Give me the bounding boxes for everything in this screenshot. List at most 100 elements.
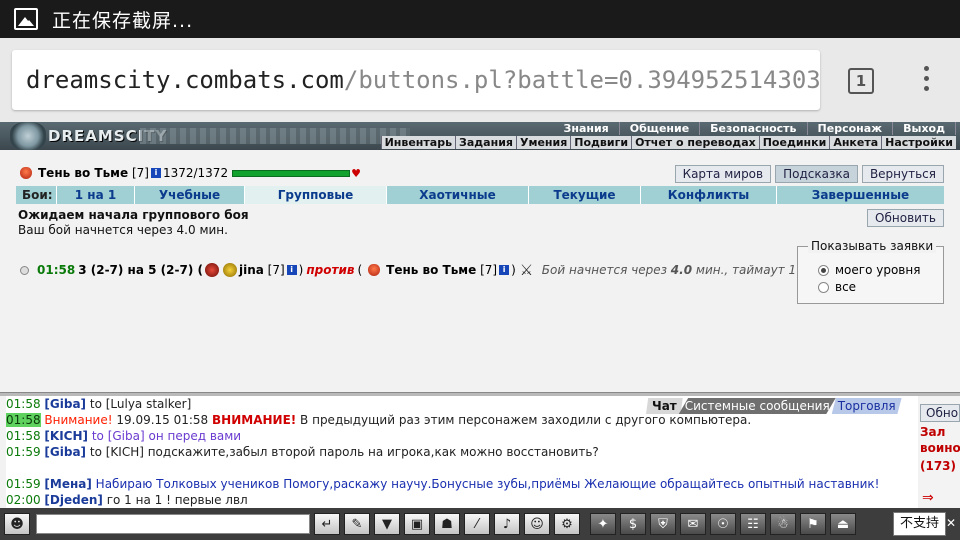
chat-text: В предыдущий раз этим персонажем заходил… bbox=[296, 413, 752, 427]
player-name[interactable]: Тень во Тьме bbox=[38, 166, 128, 180]
abilities-icon[interactable]: ✦ bbox=[590, 513, 616, 535]
nav-character[interactable]: Персонаж bbox=[808, 122, 894, 135]
tab-current[interactable]: Текущие bbox=[528, 186, 640, 204]
radio-all[interactable] bbox=[818, 281, 829, 293]
opponent-info-icon[interactable]: i bbox=[286, 265, 297, 275]
refresh-button[interactable]: Обновить bbox=[867, 209, 944, 227]
emoji-icon[interactable]: ☺ bbox=[524, 513, 550, 535]
chat-text: to [Lulya stalker] bbox=[86, 397, 192, 411]
tab-training[interactable]: Учебные bbox=[134, 186, 244, 204]
player-level: [7] bbox=[131, 166, 149, 180]
tab-group[interactable]: Групповые bbox=[244, 186, 386, 204]
chat-message: 01:58 Внимание! 19.09.15 01:58 ВНИМАНИЕ!… bbox=[6, 412, 918, 428]
chat-time: 02:00 bbox=[6, 493, 41, 507]
url-field[interactable]: dreamscity.combats.com/buttons.pl?battle… bbox=[12, 50, 820, 110]
group-icon[interactable]: ☷ bbox=[740, 513, 766, 535]
nav-security[interactable]: Безопасность bbox=[700, 122, 808, 135]
chat-author[interactable]: [Djeden] bbox=[44, 493, 102, 507]
chat-author[interactable]: [KICH] bbox=[44, 429, 88, 443]
mask-icon[interactable]: ☉ bbox=[710, 513, 736, 535]
eraser-icon[interactable]: ✎ bbox=[344, 513, 370, 535]
chat-text: 19.09.15 01:58 bbox=[112, 413, 213, 427]
status-text: 正在保存截屏... bbox=[52, 9, 194, 32]
subnav-settings[interactable]: Настройки bbox=[881, 136, 956, 149]
battle-request: 01:58 3 (2-7) на 5 (2-7) ( jina [7] i) пр… bbox=[20, 262, 828, 278]
subnav-quests[interactable]: Задания bbox=[455, 136, 516, 149]
close-icon[interactable]: ✕ bbox=[946, 516, 960, 532]
send-icon[interactable]: ↵ bbox=[314, 513, 340, 535]
tab-switcher-button[interactable]: 1 bbox=[848, 68, 874, 94]
chat-tab-system[interactable]: Системные сообщения bbox=[678, 398, 836, 414]
battle-time: 01:58 bbox=[37, 263, 76, 277]
chat-message: 01:58 [KICH] to [Giba] он перед вами bbox=[6, 428, 918, 444]
nav-exit[interactable]: Выход bbox=[893, 122, 956, 135]
battle-player-info-icon[interactable]: i bbox=[499, 265, 510, 275]
chat-text: ВНИМАНИЕ! bbox=[212, 413, 297, 427]
info-icon[interactable]: i bbox=[150, 168, 161, 178]
opponent-level: [7] bbox=[267, 263, 285, 277]
music-icon[interactable]: ♪ bbox=[494, 513, 520, 535]
chat-tab-trade[interactable]: Торговля bbox=[831, 398, 902, 414]
chat-time: 01:59 bbox=[6, 445, 41, 459]
chat-author[interactable]: [Giba] bbox=[44, 397, 86, 411]
chat-text: to [Giba] он перед вами bbox=[88, 429, 242, 443]
heart-icon: ♥ bbox=[351, 166, 361, 180]
hp-bar bbox=[232, 169, 351, 177]
alignment-icon bbox=[20, 167, 32, 179]
clan-shield-icon[interactable]: ⛨ bbox=[650, 513, 676, 535]
logo-emblem-icon bbox=[10, 122, 46, 150]
chat-author[interactable]: [Giba] bbox=[44, 445, 86, 459]
online-refresh-button[interactable]: Обно bbox=[920, 404, 960, 422]
nav-knowledge[interactable]: Знания bbox=[554, 122, 620, 135]
sub-nav: Инвентарь Задания Умения Подвиги Отчет о… bbox=[380, 136, 956, 149]
hint-button[interactable]: Подсказка bbox=[775, 165, 858, 183]
world-map-button[interactable]: Карта миров bbox=[674, 165, 772, 183]
tab-finished[interactable]: Завершенные bbox=[776, 186, 944, 204]
chat-input[interactable] bbox=[36, 514, 310, 534]
filter-icon[interactable]: ▼ bbox=[374, 513, 400, 535]
return-button[interactable]: Вернуться bbox=[861, 165, 944, 183]
chat-text: to [KICH] подскажите,забыл второй пароль… bbox=[86, 445, 599, 459]
settings-icon[interactable]: ⚙ bbox=[554, 513, 580, 535]
online-count: (173) bbox=[920, 459, 957, 473]
hall-name[interactable]: Зал воино bbox=[920, 424, 960, 456]
battle-player-name[interactable]: Тень во Тьме bbox=[386, 263, 476, 277]
subnav-skills[interactable]: Умения bbox=[515, 136, 570, 149]
subnav-inventory[interactable]: Инвентарь bbox=[380, 136, 455, 149]
chat-time: 01:58 bbox=[6, 397, 41, 411]
subnav-duels[interactable]: Поединки bbox=[758, 136, 830, 149]
battle-radio[interactable] bbox=[20, 265, 29, 275]
subnav-transfers[interactable]: Отчет о переводах bbox=[631, 136, 759, 149]
nav-communication[interactable]: Общение bbox=[620, 122, 701, 135]
save-icon[interactable]: ▣ bbox=[404, 513, 430, 535]
filter-all[interactable]: все bbox=[818, 280, 856, 294]
tab-chaotic[interactable]: Хаотичные bbox=[386, 186, 528, 204]
opponent-name[interactable]: jina bbox=[239, 263, 264, 277]
chat-message: 01:59 [Giba] to [KICH] подскажите,забыл … bbox=[6, 444, 918, 460]
friends-icon[interactable]: ☃ bbox=[770, 513, 796, 535]
slash-icon[interactable]: ⁄ bbox=[464, 513, 490, 535]
scroll-icon[interactable]: ✉ bbox=[680, 513, 706, 535]
paren-open: ( bbox=[357, 263, 363, 277]
note-value: 4.0 bbox=[670, 263, 693, 277]
chat-message: 02:00 [Djeden] го 1 на 1 ! первые лвл bbox=[6, 492, 918, 508]
chat-time: 01:58 bbox=[6, 413, 41, 427]
note-prefix: Бой начнется через bbox=[541, 263, 667, 277]
filter-my-level[interactable]: моего уровня bbox=[818, 263, 920, 277]
chat-text: го 1 на 1 ! первые лвл bbox=[102, 493, 248, 507]
smiley-menu-icon[interactable]: ☻ bbox=[4, 513, 30, 535]
waiting-text: Ваш бой начнется через 4.0 мин. bbox=[18, 223, 228, 237]
subnav-achievements[interactable]: Подвиги bbox=[570, 136, 631, 149]
tab-conflicts[interactable]: Конфликты bbox=[640, 186, 776, 204]
paren-close-2: ) bbox=[511, 263, 516, 277]
chat-author[interactable]: [Мена] bbox=[44, 477, 91, 491]
money-bag-icon[interactable]: $ bbox=[620, 513, 646, 535]
walk-icon[interactable]: ☗ bbox=[434, 513, 460, 535]
exit-icon[interactable]: ⏏ bbox=[830, 513, 856, 535]
radio-my-level[interactable] bbox=[818, 264, 829, 276]
chat-tab-chat[interactable]: Чат bbox=[646, 398, 683, 414]
tab-1v1[interactable]: 1 на 1 bbox=[56, 186, 134, 204]
subnav-profile[interactable]: Анкета bbox=[829, 136, 881, 149]
overflow-menu-icon[interactable] bbox=[920, 66, 932, 96]
flag-icon[interactable]: ⚑ bbox=[800, 513, 826, 535]
